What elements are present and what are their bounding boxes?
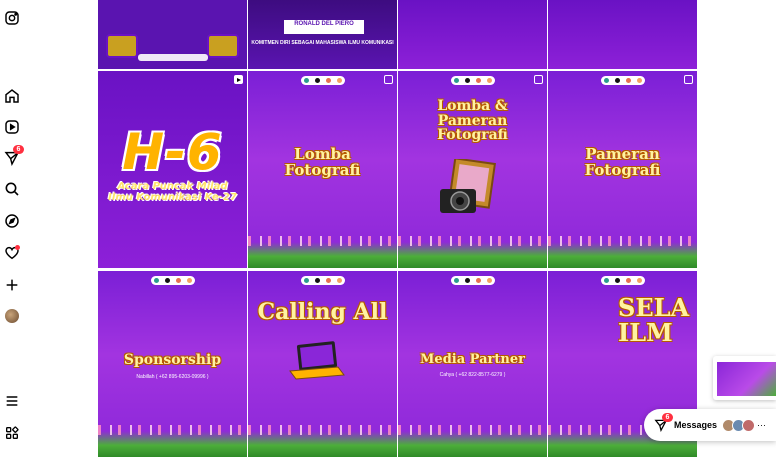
reels-icon[interactable] [3,118,21,136]
also-from-meta-icon[interactable] [3,424,21,442]
messages-icon[interactable]: 6 [3,145,24,167]
post-title: Pameran Fotografi [584,145,661,179]
post-tile[interactable]: RONALD DEL PIERO KOMITMEN DIRI SEBAGAI M… [248,0,397,69]
recent-contacts: ··· [722,418,767,432]
post-tile[interactable]: Calling All [248,271,397,457]
radio-graphic [106,34,138,58]
post-contact: Nabillah ( +62 895-6203-09996 ) [136,374,209,380]
post-tile[interactable]: Sponsorship Nabillah ( +62 895-6203-0999… [98,271,247,457]
messages-floating-bar[interactable]: 6 Messages ··· [644,409,776,441]
post-title: Calling All [257,299,388,325]
more-icon: ··· [757,420,767,430]
camera-frame-graphic [440,159,496,213]
notifications-icon[interactable] [3,244,21,262]
sponsor-logos [300,76,345,85]
post-title: Media Partner [420,352,525,367]
grass-decoration [98,425,247,457]
sponsor-logos [450,76,495,85]
sponsor-logos [600,76,645,85]
messages-badge: 6 [13,145,24,154]
laptop-graphic [289,341,345,380]
post-big-title: H-6 [122,123,223,181]
grass-decoration [248,236,397,268]
post-tile[interactable]: Pameran Fotografi [548,71,697,268]
avatar [742,418,756,432]
sponsor-logos [150,276,195,285]
post-tile[interactable]: H-6 Acara Puncak Milad Ilmu Komunikasi K… [98,71,247,268]
carousel-icon [684,75,693,84]
sponsor-logos [450,276,495,285]
grass-decoration [548,236,697,268]
grass-decoration [398,425,547,457]
post-contact: Cahya ( +62 822-8577-6279 ) [439,372,506,378]
search-icon[interactable] [3,180,21,198]
post-subtitle: KOMITMEN DIRI SEBAGAI MAHASISWA ILMU KOM… [251,40,394,46]
explore-icon[interactable] [3,212,21,230]
notification-dot [15,245,20,250]
post-title: Lomba & Pameran Fotografi [437,98,508,144]
profile-post-grid: RONALD DEL PIERO KOMITMEN DIRI SEBAGAI M… [98,0,698,457]
name-card-title: RONALD DEL PIERO [294,21,354,27]
post-tile[interactable]: Lomba Fotografi [248,71,397,268]
post-tile[interactable]: Lomba & Pameran Fotografi [398,71,547,268]
post-tile[interactable]: Media Partner Cahya ( +62 822-8577-6279 … [398,271,547,457]
messages-icon: 6 [654,413,673,433]
post-title: SELA ILM [618,293,690,348]
profile-avatar[interactable] [3,307,21,325]
sponsor-logos [300,276,345,285]
post-title: Lomba Fotografi [284,145,361,179]
home-icon[interactable] [3,87,21,105]
reel-icon [234,75,243,84]
carousel-icon [384,75,393,84]
avatar [5,309,19,323]
grass-decoration [248,425,397,457]
name-card: RONALD DEL PIERO [284,20,364,34]
radio-graphic [207,34,239,58]
handle-strip [138,54,208,61]
sponsor-logos [600,276,645,285]
messages-label: Messages [674,420,718,430]
post-tile[interactable] [398,0,547,69]
post-title: Sponsorship [123,352,222,368]
grass-decoration [398,236,547,268]
sidebar-nav: 6 [0,0,24,457]
post-tile[interactable] [98,0,247,69]
more-menu-icon[interactable] [3,392,21,410]
create-icon[interactable] [3,276,21,294]
carousel-icon [534,75,543,84]
messages-badge: 6 [662,413,673,422]
message-preview-thumbnail[interactable] [713,356,776,400]
instagram-logo-icon[interactable] [3,9,21,27]
post-subtitle: Acara Puncak Milad Ilmu Komunikasi Ke-27 [108,181,237,203]
post-tile[interactable] [548,0,697,69]
